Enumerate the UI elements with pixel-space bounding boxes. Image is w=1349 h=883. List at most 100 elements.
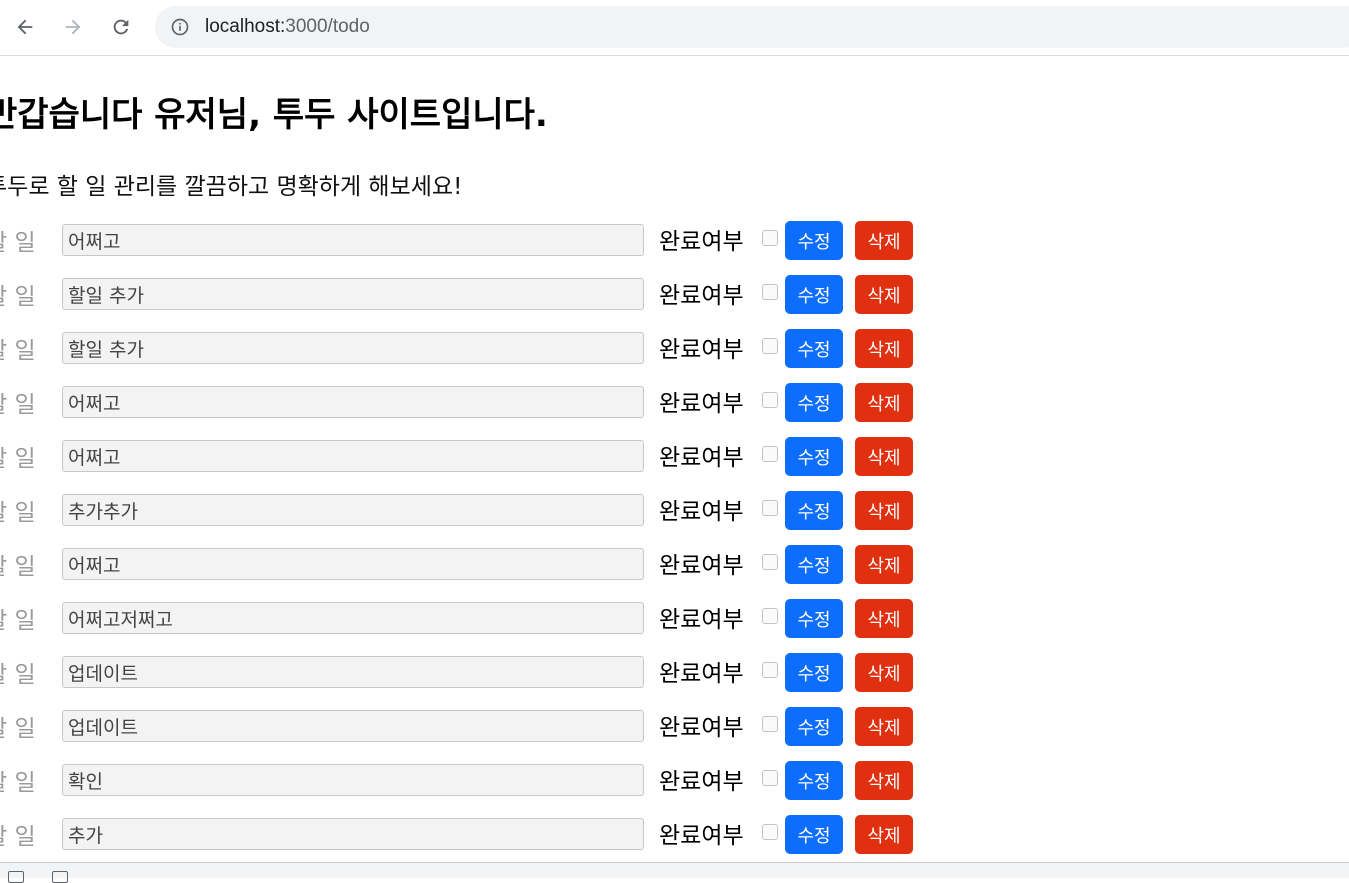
done-label: 완료여부	[659, 229, 744, 255]
delete-button[interactable]: 삭제	[855, 653, 913, 692]
done-label: 완료여부	[659, 283, 744, 309]
edit-button[interactable]: 수정	[785, 545, 843, 584]
info-icon[interactable]	[169, 16, 191, 38]
browser-toolbar: localhost:3000/todo	[0, 0, 1349, 56]
done-checkbox[interactable]	[762, 230, 778, 246]
todo-row: 할 일 완료여부 수정 삭제	[0, 437, 926, 491]
todo-row: 할 일 완료여부 수정 삭제	[0, 761, 926, 815]
todo-label: 할 일	[0, 554, 36, 580]
delete-button[interactable]: 삭제	[855, 437, 913, 476]
edit-button[interactable]: 수정	[785, 491, 843, 530]
todo-input[interactable]	[62, 224, 644, 256]
todo-row: 할 일 완료여부 수정 삭제	[0, 329, 926, 383]
done-label: 완료여부	[659, 553, 744, 579]
delete-button[interactable]: 삭제	[855, 761, 913, 800]
page-title: 반갑습니다 유저님, 투두 사이트입니다.	[0, 95, 548, 135]
delete-button[interactable]: 삭제	[855, 545, 913, 584]
edit-button[interactable]: 수정	[785, 329, 843, 368]
todo-label: 할 일	[0, 392, 36, 418]
page-content: 반갑습니다 유저님, 투두 사이트입니다. 투두로 할 일 관리를 깔끔하고 명…	[0, 57, 1349, 862]
inspect-icon[interactable]	[8, 871, 24, 883]
todo-input[interactable]	[62, 494, 644, 526]
todo-label: 할 일	[0, 716, 36, 742]
reload-button[interactable]	[106, 12, 136, 42]
forward-button[interactable]	[58, 12, 88, 42]
todo-label: 할 일	[0, 284, 36, 310]
todo-row: 할 일 완료여부 수정 삭제	[0, 545, 926, 599]
address-bar[interactable]: localhost:3000/todo	[155, 6, 1349, 48]
done-label: 완료여부	[659, 445, 744, 471]
delete-button[interactable]: 삭제	[855, 275, 913, 314]
done-checkbox[interactable]	[762, 662, 778, 678]
done-label: 완료여부	[659, 337, 744, 363]
done-label: 완료여부	[659, 823, 744, 849]
todo-row: 할 일 완료여부 수정 삭제	[0, 653, 926, 707]
done-checkbox[interactable]	[762, 284, 778, 300]
done-checkbox[interactable]	[762, 500, 778, 516]
todo-row: 할 일 완료여부 수정 삭제	[0, 707, 926, 761]
done-label: 완료여부	[659, 391, 744, 417]
todo-label: 할 일	[0, 608, 36, 634]
edit-button[interactable]: 수정	[785, 599, 843, 638]
done-checkbox[interactable]	[762, 446, 778, 462]
url-text: localhost:3000/todo	[205, 16, 370, 38]
todo-label: 할 일	[0, 500, 36, 526]
done-checkbox[interactable]	[762, 770, 778, 786]
todo-row: 할 일 완료여부 수정 삭제	[0, 599, 926, 653]
arrow-left-icon	[17, 19, 33, 35]
delete-button[interactable]: 삭제	[855, 599, 913, 638]
delete-button[interactable]: 삭제	[855, 329, 913, 368]
todo-label: 할 일	[0, 446, 36, 472]
done-checkbox[interactable]	[762, 554, 778, 570]
delete-button[interactable]: 삭제	[855, 383, 913, 422]
edit-button[interactable]: 수정	[785, 383, 843, 422]
edit-button[interactable]: 수정	[785, 653, 843, 692]
arrow-right-icon	[65, 19, 81, 35]
done-label: 완료여부	[659, 661, 744, 687]
todo-input[interactable]	[62, 602, 644, 634]
edit-button[interactable]: 수정	[785, 707, 843, 746]
edit-button[interactable]: 수정	[785, 437, 843, 476]
todo-input[interactable]	[62, 278, 644, 310]
done-label: 완료여부	[659, 499, 744, 525]
todo-input[interactable]	[62, 440, 644, 472]
todo-input[interactable]	[62, 656, 644, 688]
todo-row: 할 일 완료여부 수정 삭제	[0, 275, 926, 329]
back-button[interactable]	[10, 12, 40, 42]
done-checkbox[interactable]	[762, 824, 778, 840]
delete-button[interactable]: 삭제	[855, 707, 913, 746]
todo-input[interactable]	[62, 386, 644, 418]
todo-row: 할 일 완료여부 수정 삭제	[0, 221, 926, 275]
todo-list: 할 일완료여부수정삭제할 일완료여부수정삭제할 일완료여부수정삭제할 일완료여부…	[0, 221, 926, 862]
todo-input[interactable]	[62, 710, 644, 742]
edit-button[interactable]: 수정	[785, 761, 843, 800]
edit-button[interactable]: 수정	[785, 275, 843, 314]
todo-row: 할 일 완료여부 수정 삭제	[0, 383, 926, 437]
url-host: localhost:	[205, 16, 286, 37]
delete-button[interactable]: 삭제	[855, 221, 913, 260]
todo-input[interactable]	[62, 332, 644, 364]
todo-input[interactable]	[62, 818, 644, 850]
done-label: 완료여부	[659, 607, 744, 633]
edit-button[interactable]: 수정	[785, 221, 843, 260]
todo-label: 할 일	[0, 338, 36, 364]
todo-label: 할 일	[0, 824, 36, 850]
todo-input[interactable]	[62, 764, 644, 796]
done-checkbox[interactable]	[762, 338, 778, 354]
todo-label: 할 일	[0, 230, 36, 256]
done-checkbox[interactable]	[762, 608, 778, 624]
device-toolbar-icon[interactable]	[52, 871, 68, 883]
reload-icon	[113, 19, 129, 35]
edit-button[interactable]: 수정	[785, 815, 843, 854]
page-subtitle: 투두로 할 일 관리를 깔끔하고 명확하게 해보세요!	[0, 174, 463, 200]
done-checkbox[interactable]	[762, 716, 778, 732]
todo-row: 할 일 완료여부 수정 삭제	[0, 815, 926, 862]
delete-button[interactable]: 삭제	[855, 491, 913, 530]
todo-label: 할 일	[0, 662, 36, 688]
todo-label: 할 일	[0, 770, 36, 796]
delete-button[interactable]: 삭제	[855, 815, 913, 854]
done-label: 완료여부	[659, 715, 744, 741]
done-checkbox[interactable]	[762, 392, 778, 408]
devtools-strip	[0, 862, 1349, 883]
todo-input[interactable]	[62, 548, 644, 580]
